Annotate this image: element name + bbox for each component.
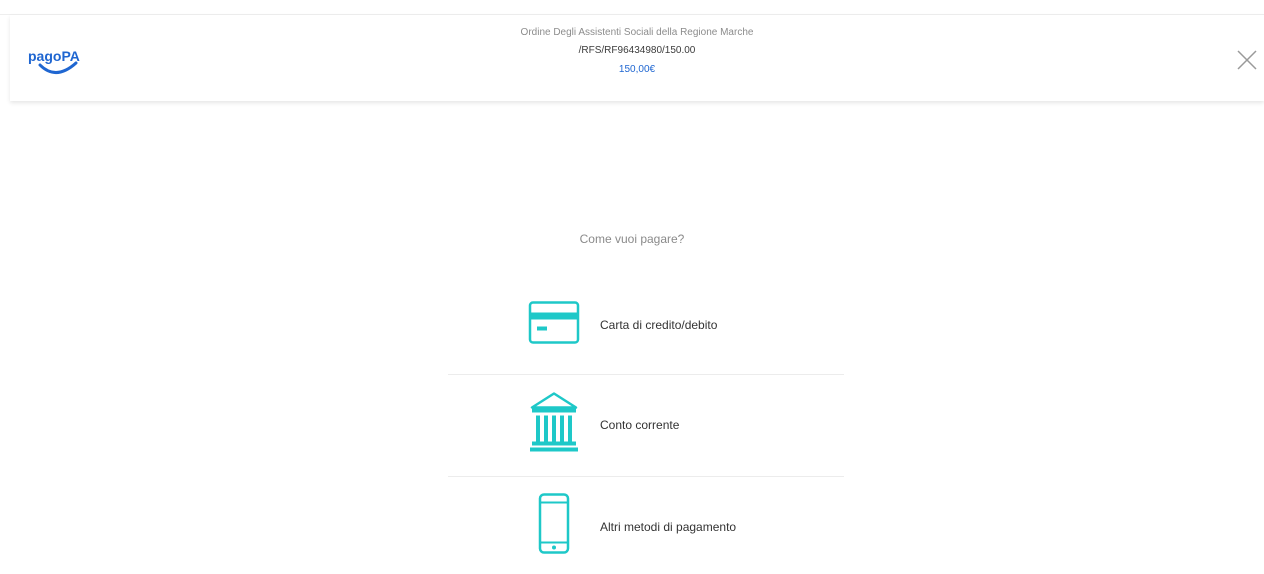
payment-header: pagoPA Ordine Degli Assistenti Sociali d… [10, 15, 1264, 101]
method-credit-card[interactable]: Carta di credito/debito [448, 280, 844, 370]
close-button[interactable] [1236, 49, 1258, 71]
method-label: Altri metodi di pagamento [600, 520, 737, 534]
payment-question: Come vuoi pagare? [579, 232, 685, 246]
divider [448, 476, 844, 477]
smartphone-icon [528, 493, 580, 562]
method-label: Carta di credito/debito [600, 318, 718, 332]
method-bank-account[interactable]: Conto corrente [448, 380, 844, 470]
payment-amount: 150,00€ [618, 64, 656, 75]
close-icon [1237, 50, 1257, 70]
payment-reference: /RFS/RF96434980/150.00 [578, 45, 696, 56]
credit-card-icon [528, 300, 580, 351]
creditor-name: Ordine Degli Assistenti Sociali della Re… [520, 27, 754, 38]
payment-summary: Ordine Degli Assistenti Sociali della Re… [10, 25, 1264, 79]
top-strip [0, 0, 1264, 15]
method-label: Conto corrente [600, 418, 680, 432]
divider [448, 374, 844, 375]
method-other[interactable]: Altri metodi di pagamento [448, 482, 844, 572]
bank-icon [528, 392, 580, 459]
